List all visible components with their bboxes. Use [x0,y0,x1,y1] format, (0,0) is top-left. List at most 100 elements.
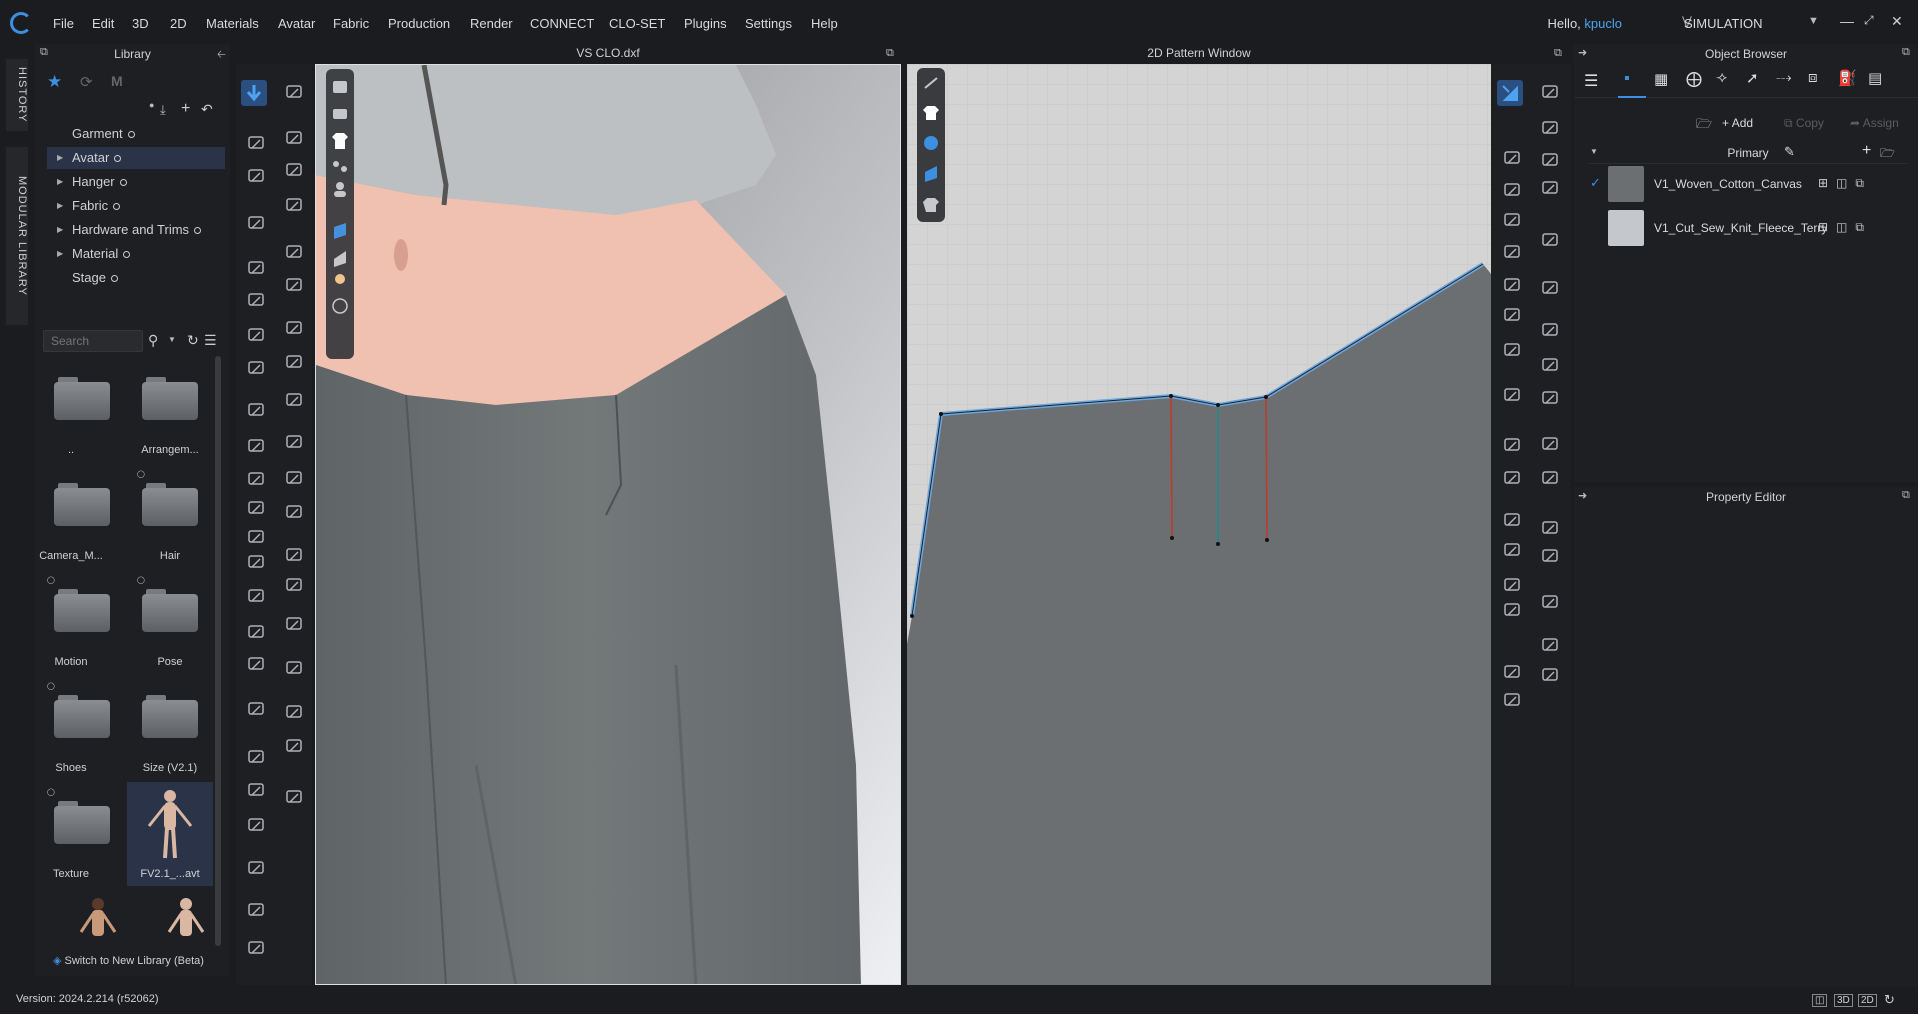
view-2d-button[interactable]: 2D [1858,994,1877,1007]
undock-icon[interactable]: ⧉ [1902,489,1910,502]
close-icon[interactable]: ✕ [1891,13,1903,30]
tree-item-stage[interactable]: Stage [47,267,225,289]
username[interactable]: kpuclo [1584,16,1622,31]
thumb-label[interactable]: Pose [127,656,213,668]
list-view-icon[interactable]: ☰ [204,332,217,349]
checkmark-icon[interactable]: ✓ [1590,175,1601,191]
search-icon[interactable]: ⚲ [148,332,158,349]
assign-fabric-button[interactable]: ➦ Assign [1850,116,1899,130]
mode-selector[interactable]: SIMULATION [1684,16,1763,31]
folder-icon[interactable]: 🗁 [1880,144,1895,165]
add-icon[interactable]: + [1862,142,1871,160]
menu-3d[interactable]: 3D [132,16,149,31]
refresh-icon[interactable]: ↻ [1884,992,1895,1008]
minimize-icon[interactable]: — [1840,13,1854,29]
transform-pattern-icon[interactable] [1497,80,1523,106]
tab-topstitch-icon[interactable]: ➚ [1746,69,1759,87]
menu-settings[interactable]: Settings [745,16,792,31]
viewport-2d[interactable] [907,64,1491,985]
menu-file[interactable]: File [53,16,74,31]
tab-history[interactable]: HISTORY [6,59,28,131]
tab-list-icon[interactable]: ☰ [1584,71,1598,91]
menu-edit[interactable]: Edit [92,16,114,31]
thumb-label[interactable]: Motion [28,656,114,668]
fabric-row[interactable]: V1_Cut_Sew_Knit_Fleece_Terry ⊞◫⧉ [1588,210,1908,254]
thumb-label[interactable]: Size (V2.1) [127,762,213,774]
view-3d-button[interactable]: 3D [1834,994,1853,1007]
thumb-label[interactable]: Texture [28,868,114,880]
fabric-group-header[interactable]: ▼ Primary ✎ + 🗁 [1588,142,1908,165]
tab-buttonhole-icon[interactable]: ⟢ [1716,69,1727,86]
expand-triangle-icon[interactable]: ▶ [57,243,63,265]
menu-help[interactable]: Help [811,16,838,31]
folder-icon[interactable] [142,692,198,738]
fabric-actions[interactable]: ⊞◫⧉ [1818,176,1872,191]
tab-pattern-icon[interactable]: ▦ [1654,70,1668,88]
marvelous-icon[interactable]: M [111,73,123,89]
tab-button-icon[interactable]: ⨁ [1686,69,1702,89]
add-icon[interactable]: + [181,100,190,118]
undo-icon[interactable]: ↶ [201,101,213,118]
folder-add-icon[interactable]: 🗁 [1696,115,1712,137]
chevron-down-icon[interactable]: ▼ [1808,15,1819,27]
viewport-3d[interactable] [315,64,901,985]
restore-icon[interactable]: ⤢ [1864,13,1874,28]
tree-item-hardware-and-trims[interactable]: ▶ Hardware and Trims [47,219,225,241]
menu-production[interactable]: Production [388,16,450,31]
fabric-row[interactable]: ✓ V1_Woven_Cotton_Canvas ⊞◫⧉ [1588,166,1908,210]
library-search-input[interactable] [43,330,143,352]
undock-icon[interactable]: ⧉ [1554,47,1562,60]
expand-triangle-icon[interactable]: ▶ [57,195,63,217]
tab-measure-icon[interactable]: ▤ [1868,69,1882,87]
layout-icon[interactable]: ◫ [1812,994,1828,1007]
thumb-label[interactable]: Arrangem... [127,444,213,456]
menu-materials[interactable]: Materials [206,16,259,31]
tree-item-fabric[interactable]: ▶ Fabric [47,195,225,217]
search-options-chevron-icon[interactable]: ▼ [168,335,176,344]
add-fabric-button[interactable]: + Add [1722,116,1753,130]
undock-icon[interactable]: ⧉ [886,47,894,60]
tree-item-avatar[interactable]: ▶ Avatar [47,147,225,169]
library-scrollbar[interactable] [215,356,221,946]
folder-icon[interactable] [54,692,110,738]
collapse-arrow-icon[interactable]: 🡠 [217,46,226,65]
folder-icon[interactable] [142,374,198,420]
folder-icon[interactable] [54,374,110,420]
tab-seam-icon[interactable]: ⤏ [1776,69,1792,86]
thumb-label[interactable]: Hair [127,550,213,562]
thumb-label[interactable]: FV2.1_...avt [127,868,213,880]
menu-fabric[interactable]: Fabric [333,16,369,31]
expand-triangle-icon[interactable]: ▶ [57,147,63,169]
folder-icon[interactable] [54,798,110,844]
tree-item-garment[interactable]: Garment [47,123,225,145]
download-icon[interactable]: ⤓ [160,102,166,118]
folder-icon[interactable] [142,586,198,632]
folder-icon[interactable] [54,586,110,632]
tab-zipper-icon[interactable]: ⧈ [1808,69,1818,86]
menu-2d[interactable]: 2D [170,16,187,31]
thumb-label[interactable]: Shoes [28,762,114,774]
fabric-actions[interactable]: ⊞◫⧉ [1818,220,1872,235]
folder-icon[interactable] [54,480,110,526]
clo-icon[interactable]: ⟳ [80,73,93,91]
menu-avatar[interactable]: Avatar [278,16,315,31]
switch-new-library-link[interactable]: ◈ Switch to New Library (Beta) [53,954,204,967]
floating-toolbar-icons[interactable] [326,69,354,359]
avatar-preview-row[interactable] [57,892,207,938]
expand-triangle-icon[interactable]: ▶ [57,219,63,241]
folder-icon[interactable] [142,480,198,526]
favorite-star-icon[interactable]: ★ [47,72,62,92]
thumb-label[interactable]: Camera_M... [28,550,114,562]
menu-clo-set[interactable]: CLO-SET [609,16,665,31]
undock-icon[interactable]: ⧉ [1902,46,1910,59]
clo-logo-icon[interactable] [10,12,32,34]
tab-fabric-icon[interactable]: ▪ [1624,70,1630,88]
tab-trim-icon[interactable]: ⛽ [1838,69,1857,87]
edit-pencil-icon[interactable]: ✎ [1784,144,1795,160]
thumb-label[interactable]: .. [28,444,114,456]
floating-2d-icons[interactable] [917,68,945,222]
user-greeting[interactable]: Hello, kpuclo [1548,16,1622,31]
tree-item-hanger[interactable]: ▶ Hanger [47,171,225,193]
copy-fabric-button[interactable]: ⧉ Copy [1784,116,1824,131]
refresh-icon[interactable]: ↻ [187,332,199,349]
